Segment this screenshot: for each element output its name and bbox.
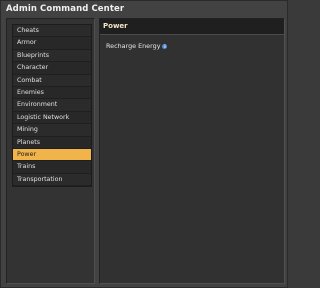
category-item-logistic-network[interactable]: Logistic Network bbox=[13, 111, 91, 125]
category-panel: Cheats Armor Blueprints Character Combat… bbox=[6, 18, 95, 284]
category-list: Cheats Armor Blueprints Character Combat… bbox=[12, 24, 92, 188]
settings-panel: Power Recharge Energy i bbox=[99, 18, 285, 284]
category-item-combat[interactable]: Combat bbox=[13, 74, 91, 87]
category-item-power[interactable]: Power bbox=[13, 148, 91, 162]
setting-label[interactable]: Recharge Energy bbox=[106, 42, 160, 50]
category-item-environment[interactable]: Environment bbox=[13, 99, 91, 112]
category-item-blueprints[interactable]: Blueprints bbox=[13, 49, 91, 63]
category-item-cheats[interactable]: Cheats bbox=[13, 25, 91, 38]
category-item-mining[interactable]: Mining bbox=[13, 124, 91, 137]
category-item-character[interactable]: Character bbox=[13, 62, 91, 75]
admin-command-center-window: Admin Command Center Cheats Armor Bluepr… bbox=[0, 0, 288, 288]
info-icon: i bbox=[162, 43, 168, 49]
category-item-armor[interactable]: Armor bbox=[13, 37, 91, 50]
category-item-transportation[interactable]: Transportation bbox=[13, 173, 91, 187]
window-title: Admin Command Center bbox=[6, 4, 125, 14]
title-bar[interactable]: Admin Command Center bbox=[1, 1, 287, 17]
setting-recharge-energy[interactable]: Recharge Energy i bbox=[106, 42, 168, 50]
category-item-trains[interactable]: Trains bbox=[13, 161, 91, 174]
category-item-planets[interactable]: Planets bbox=[13, 136, 91, 149]
category-item-enemies[interactable]: Enemies bbox=[13, 86, 91, 100]
panel-title: Power bbox=[100, 19, 284, 35]
